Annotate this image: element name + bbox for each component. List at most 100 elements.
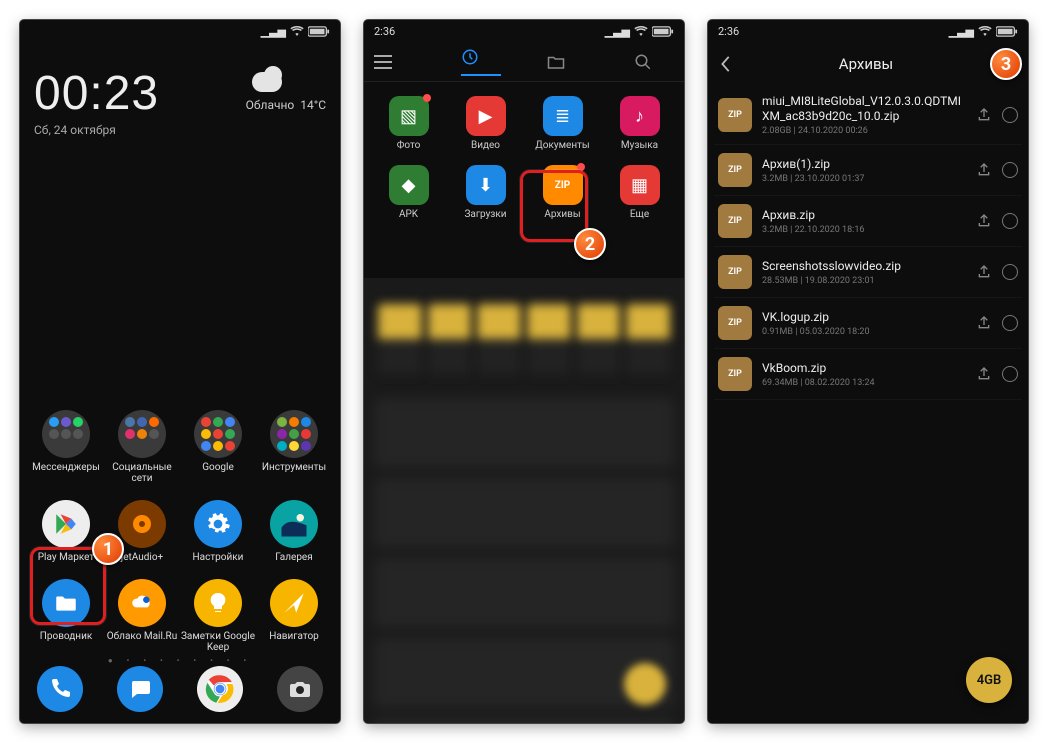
category-загрузки[interactable]: ⬇ Загрузки: [447, 165, 524, 220]
file-row[interactable]: ZIPScreenshotsslowvideo.zip28.53MB | 19.…: [714, 247, 1022, 298]
folder-icon: [42, 410, 90, 458]
folder-icon: [194, 410, 242, 458]
step2-badge: 2: [574, 228, 606, 260]
file-meta: 2.08GB | 24.10.2020 00:26: [762, 126, 966, 136]
category-фото[interactable]: ▧ Фото: [370, 96, 447, 151]
app-label: Галерея: [275, 552, 312, 563]
zip-icon: ZIP: [718, 98, 752, 132]
app-label: jetAudio+: [121, 552, 163, 563]
app-label: Навигатор: [269, 631, 319, 642]
back-button[interactable]: [720, 55, 732, 73]
file-row[interactable]: ZIPАрхив.zip3.2MB | 22.10.2020 18:16: [714, 196, 1022, 247]
category-label: Видео: [471, 140, 500, 151]
select-circle[interactable]: [1002, 213, 1018, 229]
folder-tools[interactable]: Инструменты: [256, 410, 332, 484]
app-mailru-cloud[interactable]: Облако Mail.Ru: [104, 579, 180, 653]
category-tile-icon: ▧: [389, 96, 429, 136]
clock-time: 00:23: [34, 66, 159, 121]
weather-widget[interactable]: Облачно 14°C: [246, 66, 326, 112]
menu-button[interactable]: [374, 55, 414, 69]
clock-weather-widget[interactable]: 00:23 Сб, 24 октября Облачно 14°C: [20, 42, 340, 137]
app-label: Заметки Google Keep: [180, 631, 256, 653]
status-icons: ▁▃▅: [949, 25, 1018, 38]
file-row[interactable]: ZIPАрхив(1).zip3.2MB | 23.10.2020 01:37: [714, 145, 1022, 196]
category-apk[interactable]: ◆APK: [370, 165, 447, 220]
page-title: Архивы: [732, 55, 1000, 73]
dock-chrome[interactable]: [197, 666, 243, 712]
archives-screen: 2:36 ▁▃▅ Архивы ⋮ ZIP miui_MI8LiteGlobal_…: [708, 20, 1028, 723]
category-tile-icon: ⬇: [466, 165, 506, 205]
status-icons: ▁▃▅: [261, 25, 330, 38]
share-icon[interactable]: [976, 264, 992, 280]
app-label: Проводник: [40, 631, 93, 642]
storage-fab[interactable]: 4GB: [966, 657, 1012, 703]
select-circle[interactable]: [1002, 107, 1018, 123]
folder-social[interactable]: Социальные сети: [104, 410, 180, 484]
share-icon[interactable]: [976, 366, 992, 382]
dock-camera[interactable]: [277, 666, 323, 712]
step2-highlight: [520, 170, 588, 242]
blurred-recent-area: [364, 278, 684, 723]
share-icon[interactable]: [976, 107, 992, 123]
category-tile-icon: ▶: [466, 96, 506, 136]
step1-badge: 1: [92, 533, 124, 565]
dock-messages[interactable]: [117, 666, 163, 712]
jetaudio-icon: [118, 500, 166, 548]
app-settings[interactable]: Настройки: [180, 500, 256, 563]
status-time: 2:36: [374, 25, 395, 38]
file-row[interactable]: ZIP miui_MI8LiteGlobal_V12.0.3.0.QDTMIXM_…: [714, 86, 1022, 145]
battery-icon: [308, 26, 330, 37]
file-meta: 3.2MB | 22.10.2020 18:16: [762, 225, 966, 235]
dock-phone[interactable]: [37, 666, 83, 712]
folder-messengers[interactable]: Мессенджеры: [28, 410, 104, 484]
status-bar: 2:36 ▁▃▅: [708, 20, 1028, 42]
share-icon[interactable]: [976, 315, 992, 331]
app-label: Социальные сети: [104, 462, 180, 484]
category-tile-icon: ♪: [620, 96, 660, 136]
file-manager-screen: 2:36 ▁▃▅ ▧ Фото ▶ Видео ≣Документы♪Музыка ◆AP…: [364, 20, 684, 723]
file-name: VK.logup.zip: [762, 310, 966, 325]
file-row[interactable]: ZIPVkBoom.zip69.34MB | 08.02.2020 13:24: [714, 349, 1022, 400]
file-meta: 3.2MB | 23.10.2020 01:37: [762, 174, 966, 184]
tab-storage[interactable]: [547, 54, 587, 70]
app-keep[interactable]: Заметки Google Keep: [180, 579, 256, 653]
folder-google[interactable]: Google: [180, 410, 256, 484]
wifi-icon: [978, 26, 992, 36]
file-meta: 0.91MB | 05.03.2020 18:20: [762, 327, 966, 337]
file-name: miui_MI8LiteGlobal_V12.0.3.0.QDTMIXM_ac8…: [762, 94, 966, 124]
category-музыка[interactable]: ♪Музыка: [601, 96, 678, 151]
mailru-cloud-icon: [118, 579, 166, 627]
category-label: Фото: [397, 140, 421, 151]
signal-icon: ▁▃▅: [261, 25, 286, 38]
fm-top-tabs: [364, 42, 684, 82]
share-icon[interactable]: [976, 213, 992, 229]
select-circle[interactable]: [1002, 264, 1018, 280]
select-circle[interactable]: [1002, 162, 1018, 178]
category-tile-icon: ▦: [620, 165, 660, 205]
app-label: Мессенджеры: [32, 462, 100, 473]
category-документы[interactable]: ≣Документы: [524, 96, 601, 151]
file-row[interactable]: ZIPVK.logup.zip0.91MB | 05.03.2020 18:20: [714, 298, 1022, 349]
search-button[interactable]: [634, 53, 674, 71]
category-еще[interactable]: ▦ Еще: [601, 165, 678, 220]
select-circle[interactable]: [1002, 315, 1018, 331]
status-icons: ▁▃▅: [605, 25, 674, 38]
select-circle[interactable]: [1002, 366, 1018, 382]
play-store-icon: [42, 500, 90, 548]
category-видео[interactable]: ▶ Видео: [447, 96, 524, 151]
file-list: ZIP miui_MI8LiteGlobal_V12.0.3.0.QDTMIXM_…: [708, 86, 1028, 400]
file-name: Архив.zip: [762, 208, 966, 223]
tab-recent[interactable]: [461, 48, 501, 76]
category-label: Еще: [630, 209, 649, 220]
weather-temp: 14°C: [300, 98, 326, 112]
share-icon[interactable]: [976, 162, 992, 178]
app-navigator[interactable]: Навигатор: [256, 579, 332, 653]
signal-icon: ▁▃▅: [605, 25, 630, 38]
file-meta: 69.34MB | 08.02.2020 13:24: [762, 378, 966, 388]
file-meta: 28.53MB | 19.08.2020 23:01: [762, 276, 966, 286]
archives-header: Архивы ⋮: [708, 42, 1028, 86]
app-gallery[interactable]: Галерея: [256, 500, 332, 563]
category-label: Загрузки: [464, 209, 506, 220]
cloud-icon: [246, 66, 290, 94]
category-label: Документы: [535, 140, 589, 151]
